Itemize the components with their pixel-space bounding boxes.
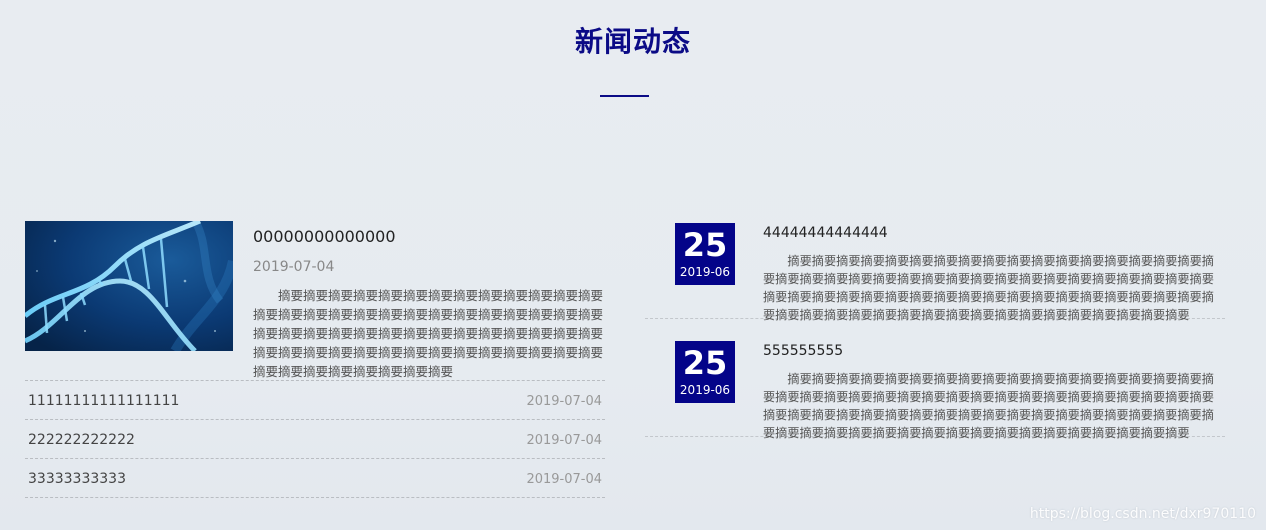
news-card[interactable]: 25 2019-06 44444444444444 摘要摘要摘要摘要摘要摘要摘要…	[645, 223, 1225, 322]
title-underline	[600, 95, 649, 97]
list-item[interactable]: 11111111111111111 2019-07-04	[25, 381, 605, 420]
list-item-title[interactable]: 11111111111111111	[28, 391, 179, 411]
date-badge-day: 25	[682, 226, 728, 264]
dna-helix-image[interactable]	[25, 221, 233, 351]
featured-news-date: 2019-07-04	[253, 259, 335, 275]
news-card-title[interactable]: 555555555	[763, 341, 843, 361]
list-item-date: 2019-07-04	[526, 433, 602, 448]
news-card-summary: 摘要摘要摘要摘要摘要摘要摘要摘要摘要摘要摘要摘要摘要摘要摘要摘要摘要摘要摘要摘要…	[763, 372, 1214, 440]
date-badge: 25 2019-06	[675, 223, 735, 285]
list-item-date: 2019-07-04	[526, 472, 602, 487]
list-item-title[interactable]: 222222222222	[28, 430, 135, 450]
news-card-summary: 摘要摘要摘要摘要摘要摘要摘要摘要摘要摘要摘要摘要摘要摘要摘要摘要摘要摘要摘要摘要…	[763, 254, 1214, 322]
news-card[interactable]: 25 2019-06 555555555 摘要摘要摘要摘要摘要摘要摘要摘要摘要摘…	[645, 341, 1225, 440]
section-title: 新闻动态	[574, 25, 691, 58]
date-badge-year-month: 2019-06	[679, 265, 731, 279]
left-news-list: 11111111111111111 2019-07-04 22222222222…	[25, 380, 605, 498]
date-badge-year-month: 2019-06	[679, 383, 731, 397]
date-badge-day: 25	[682, 344, 728, 382]
list-item-title[interactable]: 33333333333	[28, 469, 126, 489]
featured-news-title[interactable]: 00000000000000	[253, 226, 396, 248]
list-item[interactable]: 222222222222 2019-07-04	[25, 420, 605, 459]
news-card-title[interactable]: 44444444444444	[763, 223, 888, 243]
list-item[interactable]: 33333333333 2019-07-04	[25, 459, 605, 498]
watermark: https://blog.csdn.net/dxr970110	[1029, 506, 1256, 522]
dna-helix-icon	[25, 221, 233, 351]
featured-news-summary: 摘要摘要摘要摘要摘要摘要摘要摘要摘要摘要摘要摘要摘要摘要摘要摘要摘要摘要摘要摘要…	[253, 288, 604, 379]
list-item-date: 2019-07-04	[526, 394, 602, 409]
date-badge: 25 2019-06	[675, 341, 735, 403]
